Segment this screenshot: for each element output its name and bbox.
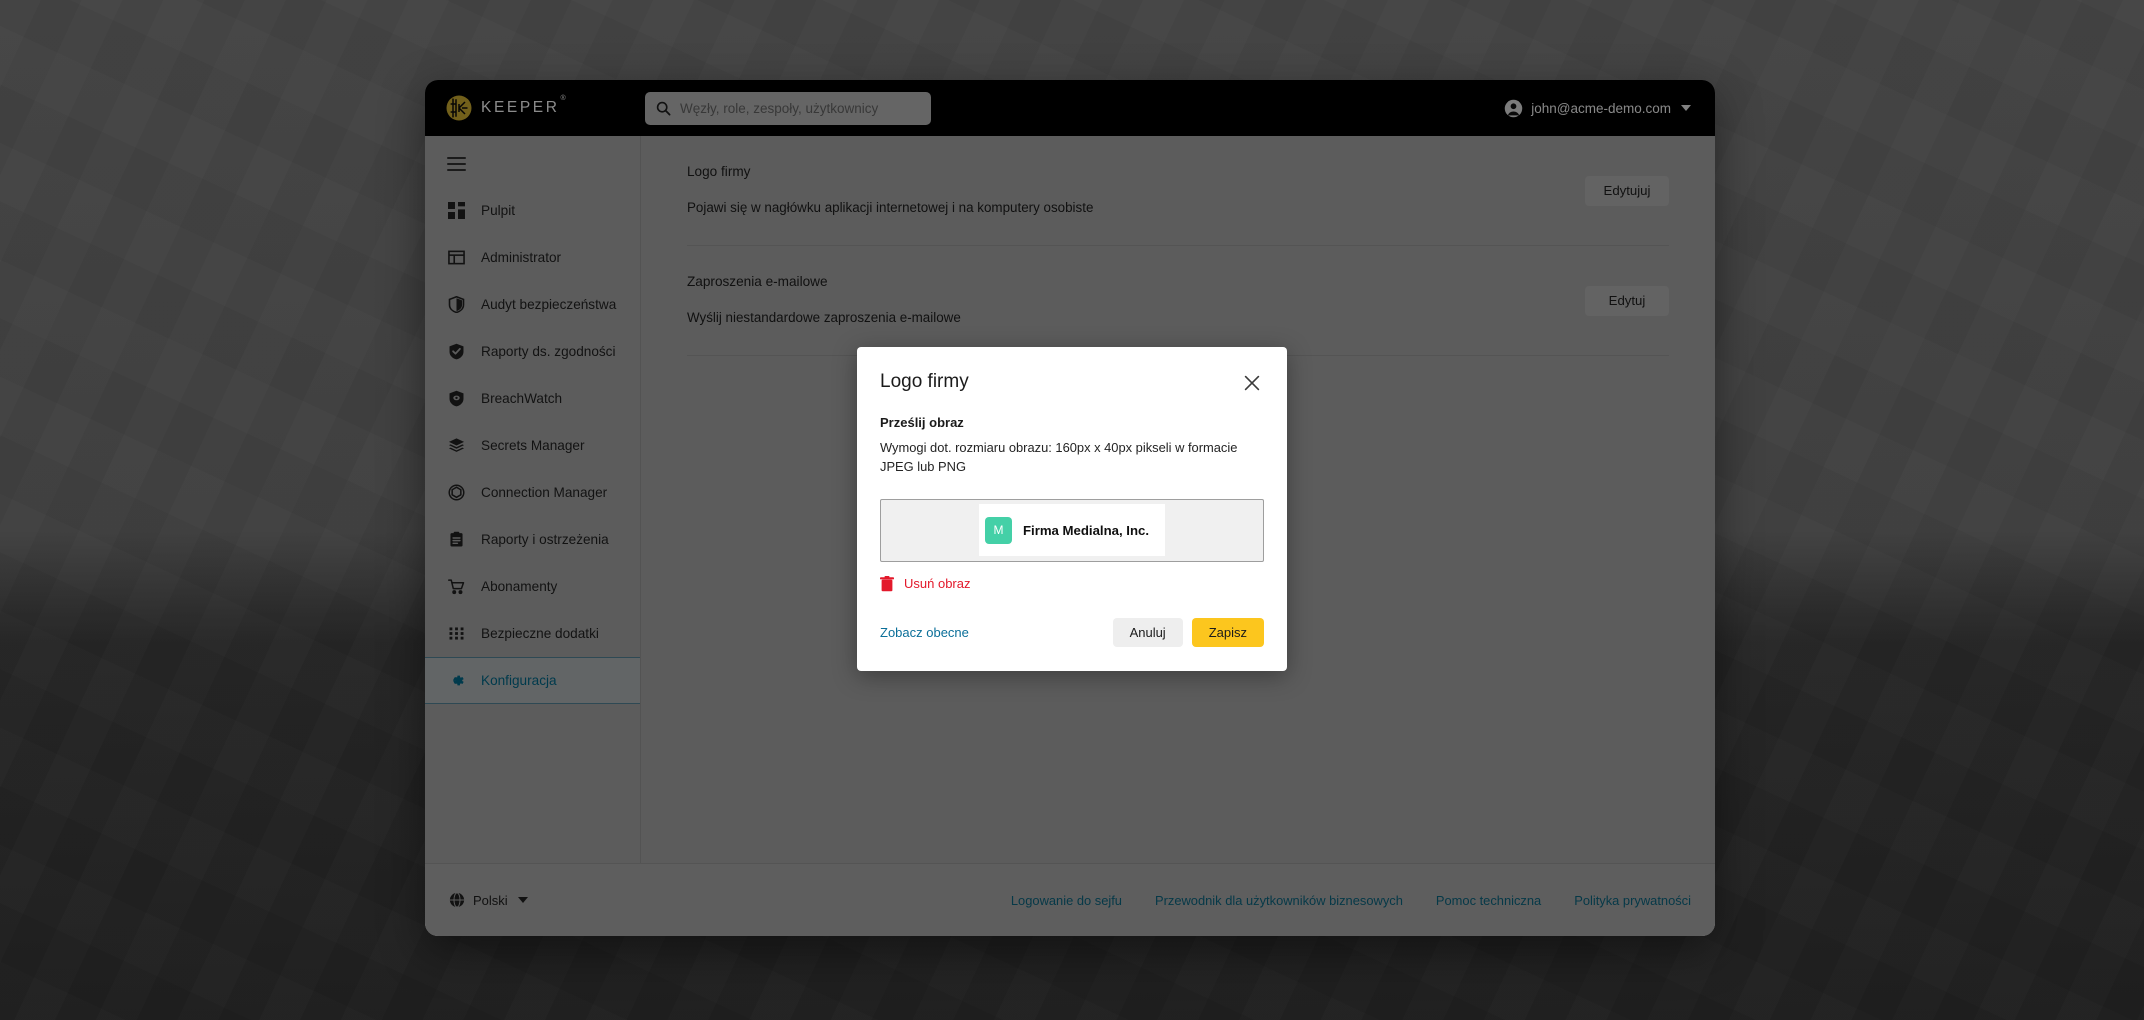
modal-action-buttons: Anuluj Zapisz <box>1112 617 1264 647</box>
cancel-button[interactable]: Anuluj <box>1112 617 1183 647</box>
sidebar-item-bezpieczne-dodatki[interactable]: Bezpieczne dodatki <box>425 610 640 657</box>
sidebar-item-pulpit[interactable]: Pulpit <box>425 187 640 234</box>
sidebar-item-konfiguracja[interactable]: Konfiguracja <box>425 657 640 704</box>
save-button[interactable]: Zapisz <box>1191 617 1264 647</box>
upload-section-title: Prześlij obraz <box>880 415 964 430</box>
remove-image-label: Usuń obraz <box>904 576 971 592</box>
search-icon <box>656 101 671 115</box>
footer-link-business-guide[interactable]: Przewodnik dla użytkowników biznesowych <box>1155 893 1403 908</box>
sidebar-item-label: Konfiguracja <box>481 673 557 688</box>
logo-preview-box[interactable]: M Firma Medialna, Inc. <box>880 498 1264 562</box>
sidebar-item-label: Pulpit <box>481 203 516 218</box>
footer-links: Logowanie do sejfu Przewodnik dla użytko… <box>1011 893 1691 908</box>
sidebar-item-administrator[interactable]: Administrator <box>425 234 640 281</box>
footer-link-privacy-policy[interactable]: Polityka prywatności <box>1574 893 1691 908</box>
close-button[interactable] <box>1240 371 1264 395</box>
logo-preview-image: M Firma Medialna, Inc. <box>978 504 1166 557</box>
shield-eye-icon <box>447 389 466 408</box>
layers-icon <box>447 436 466 455</box>
sidebar-item-label: Raporty ds. zgodności <box>481 344 616 359</box>
modal-title: Logo firmy <box>880 371 969 392</box>
sidebar-item-label: Abonamenty <box>481 579 558 594</box>
sidebar-item-label: BreachWatch <box>481 391 563 406</box>
admin-panel-icon <box>447 248 466 267</box>
footer: Polski Logowanie do sejfu Przewodnik dla… <box>425 863 1715 936</box>
keeper-logo-icon <box>446 95 472 121</box>
brand-trademark: ® <box>560 94 566 102</box>
sidebar-item-raporty-zgodnosci[interactable]: Raporty ds. zgodności <box>425 328 640 375</box>
chevron-down-icon <box>517 897 528 903</box>
trash-icon <box>880 575 894 592</box>
clipboard-icon <box>447 530 466 549</box>
brand-logo[interactable]: KEEPER® <box>446 95 616 121</box>
sidebar-item-audyt-bezpieczenstwa[interactable]: Audyt bezpieczeństwa <box>425 281 640 328</box>
sidebar-item-label: Secrets Manager <box>481 438 585 453</box>
footer-link-vault-login[interactable]: Logowanie do sejfu <box>1011 893 1122 908</box>
sidebar-item-breachwatch[interactable]: BreachWatch <box>425 375 640 422</box>
setting-description: Wyślij niestandardowe zaproszenia e-mail… <box>687 310 961 325</box>
language-label: Polski <box>473 892 508 908</box>
edit-company-logo-button[interactable]: Edytujuj <box>1585 175 1669 206</box>
setting-row-email-invites: Zaproszenia e-mailowe Wyślij niestandard… <box>687 246 1669 356</box>
sidebar-item-connection-manager[interactable]: Connection Manager <box>425 469 640 516</box>
sidebar-item-label: Bezpieczne dodatki <box>481 626 599 641</box>
close-icon <box>1244 375 1260 391</box>
account-email: john@acme-demo.com <box>1531 100 1671 116</box>
setting-description: Pojawi się w nagłówku aplikacji internet… <box>687 200 1094 215</box>
modal-header: Logo firmy <box>880 371 1264 395</box>
footer-link-support[interactable]: Pomoc techniczna <box>1436 893 1541 908</box>
hexagon-icon <box>447 483 466 502</box>
sidebar-item-label: Administrator <box>481 250 562 265</box>
dashboard-icon <box>447 201 466 220</box>
grid-dots-icon <box>447 624 466 643</box>
brand-name: KEEPER® <box>481 94 566 116</box>
language-selector[interactable]: Polski <box>449 892 528 908</box>
sidebar-item-label: Audyt bezpieczeństwa <box>481 297 617 312</box>
sidebar: Pulpit Administrator Audyt bezpieczeństw… <box>425 136 641 863</box>
view-current-link[interactable]: Zobacz obecne <box>880 625 969 640</box>
sidebar-item-abonamenty[interactable]: Abonamenty <box>425 563 640 610</box>
sidebar-item-label: Connection Manager <box>481 485 608 500</box>
company-name-text: Firma Medialna, Inc. <box>1022 522 1150 538</box>
account-menu[interactable]: john@acme-demo.com <box>1504 99 1691 118</box>
search-bar[interactable] <box>645 91 931 125</box>
sidebar-item-raporty-ostrzezenia[interactable]: Raporty i ostrzeżenia <box>425 516 640 563</box>
search-input[interactable] <box>680 100 920 116</box>
setting-title: Logo firmy <box>687 164 751 179</box>
gear-icon <box>447 671 466 690</box>
upload-requirements-text: Wymogi dot. rozmiaru obrazu: 160px x 40p… <box>880 440 1238 474</box>
chevron-down-icon <box>1681 105 1691 111</box>
company-initial-badge: M <box>984 516 1012 544</box>
shopping-cart-icon <box>447 577 466 596</box>
user-avatar-icon <box>1504 99 1523 117</box>
globe-icon <box>449 892 465 908</box>
company-logo-modal: Logo firmy Prześlij obraz Wymogi dot. ro… <box>857 347 1287 671</box>
shield-check-icon <box>447 342 466 361</box>
setting-title: Zaproszenia e-mailowe <box>687 274 828 289</box>
edit-email-invites-button[interactable]: Edytuj <box>1585 285 1669 316</box>
top-bar: KEEPER® john@acme-demo.com <box>425 80 1715 136</box>
hamburger-menu-icon[interactable] <box>447 157 466 171</box>
modal-footer: Zobacz obecne Anuluj Zapisz <box>880 617 1264 647</box>
sidebar-item-secrets-manager[interactable]: Secrets Manager <box>425 422 640 469</box>
shield-half-icon <box>447 295 466 314</box>
sidebar-item-label: Raporty i ostrzeżenia <box>481 532 609 547</box>
remove-image-button[interactable]: Usuń obraz <box>880 575 971 592</box>
setting-row-company-logo: Logo firmy Pojawi się w nagłówku aplikac… <box>687 136 1669 246</box>
